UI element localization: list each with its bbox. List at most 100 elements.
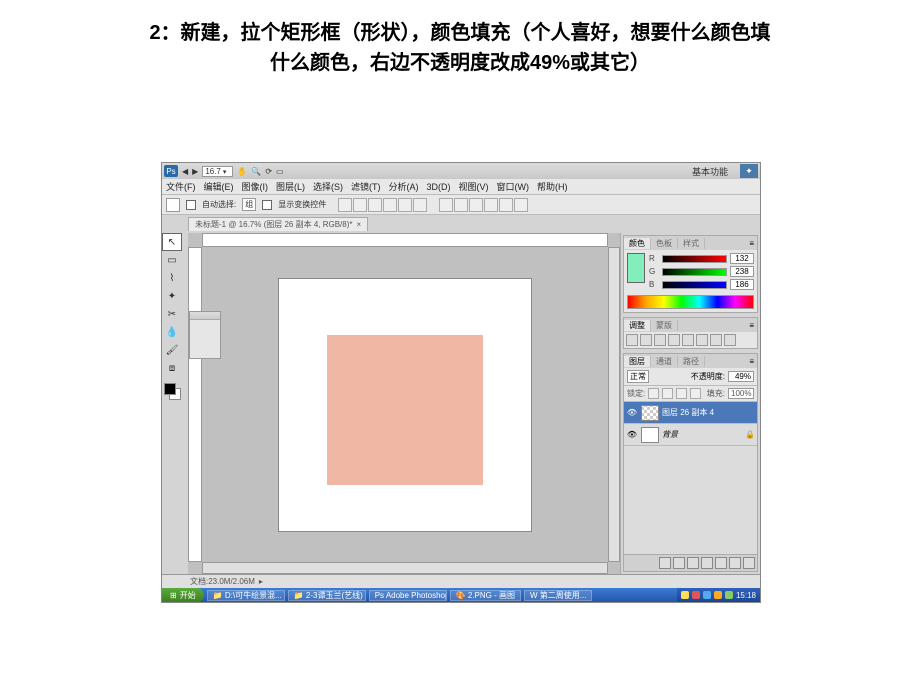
wand-tool[interactable]: ✦ xyxy=(162,287,182,305)
adjust-btn[interactable] xyxy=(626,334,638,346)
panel-menu-icon[interactable]: ≡ xyxy=(746,239,757,248)
canvas-viewport[interactable] xyxy=(202,247,608,562)
tray-icon[interactable] xyxy=(703,591,711,599)
taskbar-item[interactable]: W 第二周使用... xyxy=(524,590,592,601)
visibility-icon[interactable]: 👁 xyxy=(626,408,638,417)
visibility-icon[interactable]: 👁 xyxy=(626,430,638,439)
tray-icon[interactable] xyxy=(692,591,700,599)
adjustment-layer-icon[interactable] xyxy=(701,557,713,569)
show-transform-checkbox[interactable] xyxy=(262,200,272,210)
align-btn-6[interactable] xyxy=(413,198,427,212)
stamp-tool[interactable]: ⧈ xyxy=(162,359,182,377)
panel-menu-icon[interactable]: ≡ xyxy=(746,357,757,366)
align-btn-2[interactable] xyxy=(353,198,367,212)
move-tool-indicator-icon[interactable] xyxy=(166,198,180,212)
menu-layer[interactable]: 图层(L) xyxy=(276,180,305,193)
layer-name[interactable]: 背景 xyxy=(662,429,742,440)
dist-btn-6[interactable] xyxy=(514,198,528,212)
menu-image[interactable]: 图像(I) xyxy=(242,180,269,193)
adjust-btn[interactable] xyxy=(640,334,652,346)
dist-btn-1[interactable] xyxy=(439,198,453,212)
menu-select[interactable]: 选择(S) xyxy=(313,180,343,193)
new-layer-icon[interactable] xyxy=(729,557,741,569)
menu-help[interactable]: 帮助(H) xyxy=(537,180,568,193)
layer-item-background[interactable]: 👁 背景 🔒 xyxy=(624,424,757,446)
group-icon[interactable] xyxy=(715,557,727,569)
adjust-btn[interactable] xyxy=(696,334,708,346)
panel-menu-icon[interactable]: ≡ xyxy=(746,321,757,330)
status-dropdown-icon[interactable]: ▸ xyxy=(259,577,263,586)
lasso-tool[interactable]: ⌇ xyxy=(162,269,182,287)
blend-mode-dropdown[interactable]: 正常 xyxy=(627,370,649,383)
adjust-btn[interactable] xyxy=(654,334,666,346)
mini-panel-grip[interactable] xyxy=(190,312,220,320)
menu-analysis[interactable]: 分析(A) xyxy=(389,180,419,193)
taskbar-item[interactable]: 📁 2-3谭玉兰(艺线) xyxy=(288,590,366,601)
menu-file[interactable]: 文件(F) xyxy=(166,180,196,193)
link-layers-icon[interactable] xyxy=(659,557,671,569)
tab-channels[interactable]: 通道 xyxy=(651,356,678,367)
lock-all-icon[interactable] xyxy=(690,388,701,399)
vertical-ruler[interactable] xyxy=(188,247,202,562)
layer-fx-icon[interactable] xyxy=(673,557,685,569)
dist-btn-2[interactable] xyxy=(454,198,468,212)
hand-tool-icon[interactable]: ✋ xyxy=(237,167,247,176)
fill-value[interactable]: 100% xyxy=(728,388,754,399)
layer-thumbnail[interactable] xyxy=(641,405,659,421)
screen-mode-icon[interactable]: ▭ xyxy=(276,167,284,176)
floating-mini-panel[interactable] xyxy=(189,311,221,359)
lock-position-icon[interactable] xyxy=(676,388,687,399)
adjust-btn[interactable] xyxy=(710,334,722,346)
dist-btn-3[interactable] xyxy=(469,198,483,212)
taskbar-item[interactable]: Ps Adobe Photoshop... xyxy=(369,590,447,601)
color-swatches[interactable] xyxy=(162,381,182,403)
rectangle-shape[interactable] xyxy=(327,335,483,485)
g-slider[interactable] xyxy=(662,268,727,276)
b-value[interactable]: 186 xyxy=(730,279,754,290)
tab-paths[interactable]: 路径 xyxy=(678,356,705,367)
tab-swatches[interactable]: 色板 xyxy=(651,238,678,249)
b-slider[interactable] xyxy=(662,281,727,289)
taskbar-item[interactable]: 📁 D:\可牛绘景混... xyxy=(207,590,285,601)
dist-btn-4[interactable] xyxy=(484,198,498,212)
tab-styles[interactable]: 样式 xyxy=(678,238,705,249)
brush-tool[interactable]: 🖌 xyxy=(162,341,182,359)
menu-filter[interactable]: 滤镜(T) xyxy=(351,180,381,193)
document-tab[interactable]: 未标题-1 @ 16.7% (图层 26 副本 4, RGB/8)* × xyxy=(188,217,368,231)
nav-back-icon[interactable]: ◀ xyxy=(182,167,188,176)
workspace-label[interactable]: 基本功能 xyxy=(692,165,728,178)
start-button[interactable]: ⊞ 开始 xyxy=(162,588,204,602)
tab-masks[interactable]: 蒙版 xyxy=(651,320,678,331)
zoom-dropdown[interactable]: 16.7 xyxy=(202,166,233,177)
horizontal-scrollbar[interactable] xyxy=(202,562,608,574)
eyedropper-tool[interactable]: 💧 xyxy=(162,323,182,341)
menu-view[interactable]: 视图(V) xyxy=(459,180,489,193)
color-preview[interactable] xyxy=(627,253,645,283)
tab-color[interactable]: 颜色 xyxy=(624,238,651,249)
layer-mask-icon[interactable] xyxy=(687,557,699,569)
nav-forward-icon[interactable]: ▶ xyxy=(192,167,198,176)
align-btn-5[interactable] xyxy=(398,198,412,212)
dist-btn-5[interactable] xyxy=(499,198,513,212)
auto-select-dropdown[interactable]: 组 xyxy=(242,198,256,211)
horizontal-ruler[interactable] xyxy=(202,233,608,247)
lock-transparency-icon[interactable] xyxy=(648,388,659,399)
lock-pixels-icon[interactable] xyxy=(662,388,673,399)
adjust-btn[interactable] xyxy=(682,334,694,346)
vertical-scrollbar[interactable] xyxy=(608,247,620,562)
foreground-color-swatch[interactable] xyxy=(164,383,176,395)
align-btn-4[interactable] xyxy=(383,198,397,212)
adjust-btn[interactable] xyxy=(724,334,736,346)
clock[interactable]: 15:18 xyxy=(736,591,756,600)
taskbar-item[interactable]: 🎨 2.PNG - 画图 xyxy=(450,590,521,601)
menu-window[interactable]: 窗口(W) xyxy=(497,180,530,193)
r-slider[interactable] xyxy=(662,255,727,263)
artboard[interactable] xyxy=(279,279,531,531)
adjust-btn[interactable] xyxy=(668,334,680,346)
align-btn-3[interactable] xyxy=(368,198,382,212)
menu-3d[interactable]: 3D(D) xyxy=(427,182,451,192)
layer-name[interactable]: 图层 26 副本 4 xyxy=(662,407,755,418)
color-spectrum[interactable] xyxy=(627,295,754,309)
g-value[interactable]: 238 xyxy=(730,266,754,277)
tray-icon[interactable] xyxy=(714,591,722,599)
